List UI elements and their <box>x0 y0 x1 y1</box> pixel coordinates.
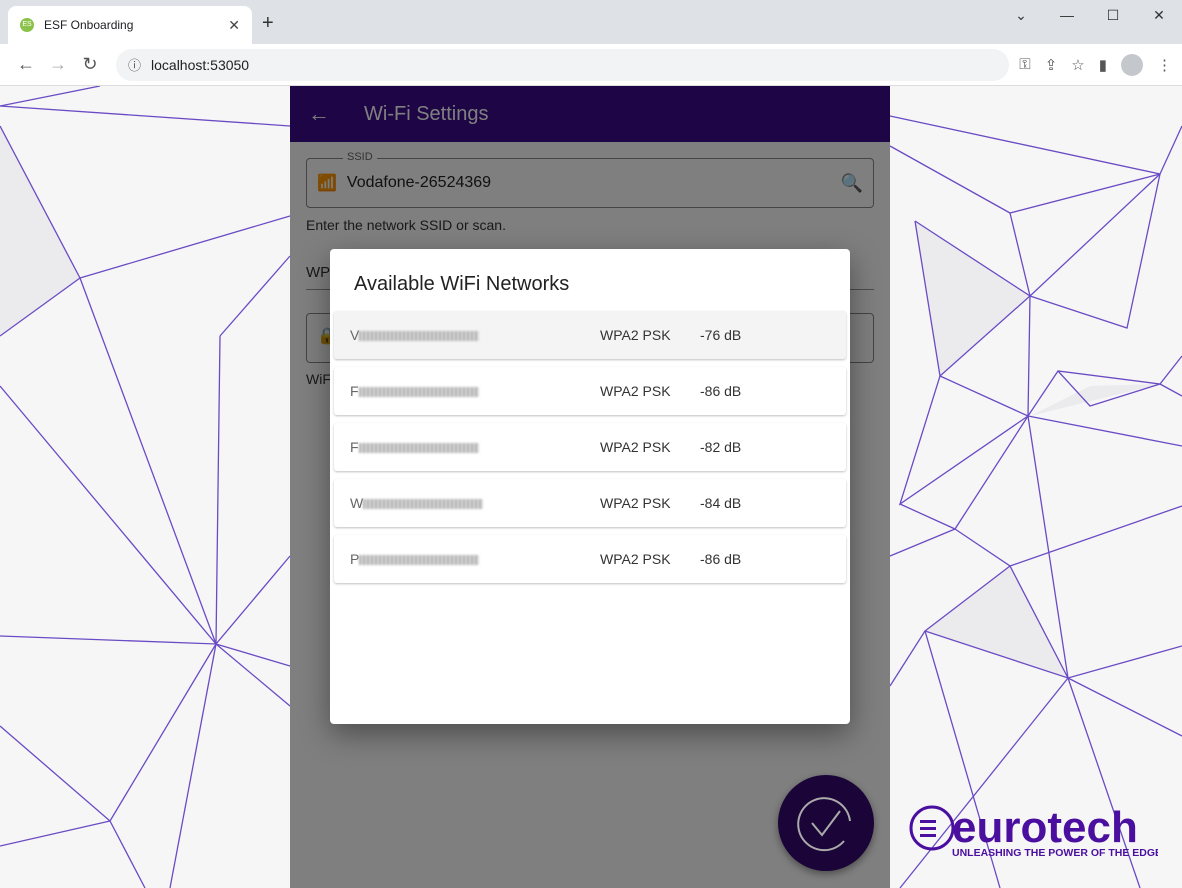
browser-tab[interactable]: ES ESF Onboarding ✕ <box>8 6 252 44</box>
forward-icon[interactable]: → <box>42 54 74 75</box>
network-list-item[interactable]: W WPA2 PSK -84 dB <box>334 479 846 527</box>
redacted-ssid <box>359 555 480 566</box>
back-icon[interactable]: ← <box>10 54 42 75</box>
redacted-ssid <box>359 331 480 342</box>
sidepanel-icon[interactable]: ▮ <box>1099 56 1107 74</box>
svg-text:UNLEASHING THE POWER OF THE ED: UNLEASHING THE POWER OF THE EDGE <box>952 847 1158 859</box>
page-content: ← Wi-Fi Settings SSID 📶 Vodafone-2652436… <box>0 86 1182 888</box>
network-signal: -84 dB <box>700 495 742 511</box>
network-list-item[interactable]: V WPA2 PSK -76 dB <box>334 311 846 359</box>
network-signal: -76 dB <box>700 327 742 343</box>
network-ssid: W <box>350 495 600 511</box>
network-security: WPA2 PSK <box>600 327 671 343</box>
menu-icon[interactable]: ⋮ <box>1157 56 1172 74</box>
close-tab-icon[interactable]: ✕ <box>228 17 240 34</box>
network-list-item[interactable]: F WPA2 PSK -86 dB <box>334 367 846 415</box>
close-window-icon[interactable]: ✕ <box>1136 0 1182 30</box>
dialog-title: Available WiFi Networks <box>354 273 570 295</box>
network-list-item[interactable]: F WPA2 PSK -82 dB <box>334 423 846 471</box>
tab-search-icon[interactable]: ⌄ <box>998 0 1044 30</box>
network-security: WPA2 PSK <box>600 439 671 455</box>
browser-tabbar: ES ESF Onboarding ✕ + ⌄ — ☐ ✕ <box>0 0 1182 44</box>
network-security: WPA2 PSK <box>600 383 671 399</box>
redacted-ssid <box>363 499 484 510</box>
reload-icon[interactable]: ↻ <box>74 54 106 75</box>
network-ssid: P <box>350 551 600 567</box>
apply-button[interactable] <box>778 775 874 871</box>
network-ssid: V <box>350 327 600 343</box>
share-icon[interactable]: ⇪ <box>1045 56 1058 74</box>
maximize-icon[interactable]: ☐ <box>1090 0 1136 30</box>
url-text: localhost:53050 <box>151 56 250 73</box>
network-security: WPA2 PSK <box>600 551 671 567</box>
svg-text:eurotech: eurotech <box>952 804 1138 852</box>
ssid-initial: W <box>350 495 364 511</box>
new-tab-button[interactable]: + <box>262 12 274 35</box>
favicon-icon: ES <box>20 18 34 32</box>
info-icon: ⓘ <box>128 58 142 73</box>
avatar[interactable] <box>1121 53 1143 76</box>
ssid-initial: F <box>350 439 359 455</box>
ssid-initial: P <box>350 551 360 567</box>
network-signal: -86 dB <box>700 551 742 567</box>
minimize-icon[interactable]: — <box>1044 0 1090 30</box>
network-signal: -86 dB <box>700 383 742 399</box>
network-signal: -82 dB <box>700 439 742 455</box>
wifi-networks-dialog: Available WiFi Networks V WPA2 PSK -76 dB F… <box>330 249 850 724</box>
tab-title: ESF Onboarding <box>44 18 134 32</box>
network-ssid: F <box>350 439 600 455</box>
ssid-initial: V <box>350 327 360 343</box>
star-icon[interactable]: ☆ <box>1071 56 1084 74</box>
key-icon[interactable]: ⚿ <box>1019 56 1030 73</box>
address-bar: ← → ↻ ⓘ localhost:53050 ⚿ ⇪ ☆ ▮ ⋮ <box>0 44 1182 86</box>
network-security: WPA2 PSK <box>600 495 671 511</box>
network-list-item[interactable]: P WPA2 PSK -86 dB <box>334 535 846 583</box>
eurotech-logo: eurotech UNLEASHING THE POWER OF THE EDG… <box>908 803 1162 865</box>
network-ssid: F <box>350 383 600 399</box>
redacted-ssid <box>358 387 479 398</box>
ssid-initial: F <box>350 383 359 399</box>
check-circle-icon <box>797 797 851 852</box>
url-input[interactable]: ⓘ localhost:53050 <box>116 48 1010 81</box>
redacted-ssid <box>358 443 479 454</box>
